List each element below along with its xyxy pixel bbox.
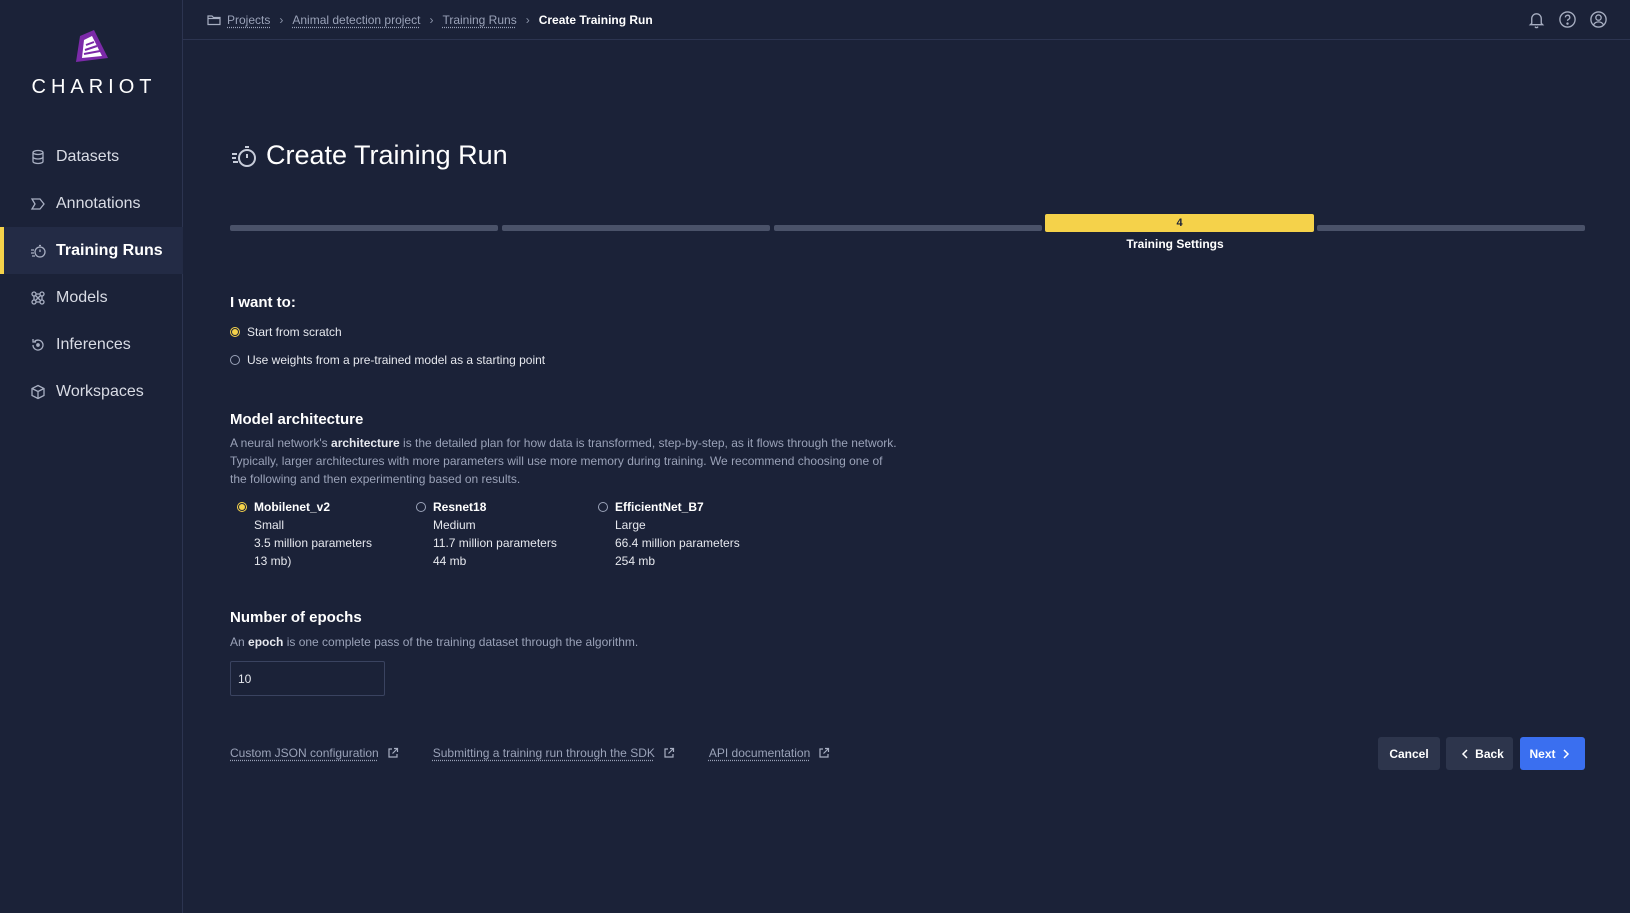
cube-icon (30, 384, 46, 400)
breadcrumb-training-runs[interactable]: Training Runs (442, 13, 516, 27)
step-3 (774, 225, 1042, 231)
sidebar-item-label: Datasets (56, 147, 120, 165)
sidebar-item-label: Workspaces (56, 382, 144, 400)
arch-name: Resnet18 (433, 500, 487, 514)
radio-button[interactable] (416, 502, 426, 512)
folder-icon (207, 14, 221, 26)
back-label: Back (1475, 746, 1504, 761)
link-label: Submitting a training run through the SD… (432, 746, 655, 760)
sidebar-item-models[interactable]: Models (0, 274, 183, 321)
sidebar-item-label: Annotations (56, 194, 141, 212)
chevron-right-icon: › (525, 12, 530, 27)
step-5 (1317, 225, 1585, 231)
arch-size: Medium (433, 518, 476, 532)
arch-mb: 254 mb (615, 554, 656, 568)
sidebar-item-training-runs[interactable]: Training Runs (0, 227, 183, 274)
desc-text: A neural network's (230, 436, 332, 450)
sidebar: CHARIOT Datasets Annotations Training Ru… (0, 0, 183, 913)
radio-label: Start from scratch (247, 325, 342, 339)
stopwatch-icon (30, 243, 46, 259)
epochs-description: An epoch is one complete pass of the tra… (230, 633, 900, 651)
bell-icon[interactable] (1527, 10, 1546, 29)
arch-option-mobilenet[interactable]: Mobilenet_v2 Small 3.5 million parameter… (237, 498, 372, 570)
external-link-icon (387, 747, 399, 759)
radio-button[interactable] (237, 502, 247, 512)
arch-option-resnet18[interactable]: Resnet18 Medium 11.7 million parameters … (416, 498, 557, 570)
user-icon[interactable] (1589, 10, 1608, 29)
arch-params: 11.7 million parameters (433, 536, 557, 550)
back-button[interactable]: Back (1446, 737, 1513, 770)
arch-mb: 44 mb (433, 554, 467, 568)
arch-name: EfficientNet_B7 (615, 500, 704, 514)
desc-text: An (230, 635, 249, 649)
sidebar-item-label: Inferences (56, 335, 131, 353)
tag-icon (30, 196, 46, 212)
step-1 (230, 225, 498, 231)
help-icon[interactable] (1558, 10, 1577, 29)
header-icons (1527, 10, 1608, 29)
desc-text: is one complete pass of the training dat… (283, 635, 639, 649)
sidebar-nav: Datasets Annotations Training Runs Model… (0, 133, 183, 415)
step-4-active: 4 (1045, 214, 1314, 232)
sidebar-item-label: Models (56, 288, 108, 306)
desc-bold: architecture (331, 436, 400, 450)
external-link-icon (663, 747, 675, 759)
architecture-description: A neural network's architecture is the d… (230, 434, 900, 488)
help-links: Custom JSON configuration Submitting a t… (230, 746, 830, 760)
radio-label: Use weights from a pre-trained model as … (247, 353, 546, 367)
network-icon (30, 290, 46, 306)
radio-start-from-scratch[interactable]: Start from scratch (230, 325, 342, 339)
sidebar-item-label: Training Runs (56, 241, 163, 259)
arch-size: Small (254, 518, 285, 532)
epochs-title: Number of epochs (230, 609, 362, 626)
breadcrumb-current: Create Training Run (538, 12, 653, 27)
link-label: API documentation (708, 746, 811, 760)
arch-params: 3.5 million parameters (254, 536, 373, 550)
radio-pretrained-weights[interactable]: Use weights from a pre-trained model as … (230, 353, 545, 367)
breadcrumb-project[interactable]: Animal detection project (292, 13, 420, 27)
architecture-title: Model architecture (230, 411, 364, 428)
page-title-text: Create Training Run (266, 140, 508, 170)
link-api-docs[interactable]: API documentation (709, 746, 830, 760)
desc-bold: epoch (248, 635, 284, 649)
start-mode-title: I want to: (230, 294, 296, 311)
breadcrumb: Projects › Animal detection project › Tr… (207, 13, 653, 27)
step-label: Training Settings (1126, 237, 1224, 251)
refresh-icon (30, 337, 46, 353)
chevron-right-icon: › (279, 12, 284, 27)
stopwatch-icon (230, 143, 258, 169)
logo-text: CHARIOT (31, 76, 157, 98)
cancel-button[interactable]: Cancel (1378, 737, 1440, 770)
arch-option-efficientnet[interactable]: EfficientNet_B7 Large 66.4 million param… (598, 498, 740, 570)
sidebar-item-annotations[interactable]: Annotations (0, 180, 183, 227)
next-button[interactable]: Next (1520, 737, 1585, 770)
arch-mb: 13 mb) (254, 554, 292, 568)
arch-params: 66.4 million parameters (615, 536, 740, 550)
topbar: Projects › Animal detection project › Tr… (183, 0, 1630, 40)
arch-name: Mobilenet_v2 (254, 500, 331, 514)
sidebar-item-datasets[interactable]: Datasets (0, 133, 183, 180)
chevron-right-icon (1562, 748, 1570, 759)
database-icon (30, 149, 46, 165)
sidebar-item-workspaces[interactable]: Workspaces (0, 368, 183, 415)
next-label: Next (1529, 746, 1556, 761)
link-label: Custom JSON configuration (230, 746, 379, 760)
stepper: 4 Training Settings (230, 214, 1585, 254)
arch-size: Large (615, 518, 646, 532)
chevron-right-icon: › (429, 12, 434, 27)
logo[interactable]: CHARIOT (0, 28, 183, 99)
chevron-left-icon (1461, 748, 1469, 759)
page-title: Create Training Run (230, 140, 508, 171)
chariot-logo-icon (75, 30, 108, 62)
radio-button[interactable] (230, 327, 240, 337)
breadcrumb-projects[interactable]: Projects (227, 13, 270, 27)
epochs-input[interactable] (230, 661, 385, 696)
link-sdk[interactable]: Submitting a training run through the SD… (433, 746, 675, 760)
sidebar-item-inferences[interactable]: Inferences (0, 321, 183, 368)
step-2 (502, 225, 770, 231)
external-link-icon (818, 747, 830, 759)
radio-button[interactable] (230, 355, 240, 365)
link-custom-json[interactable]: Custom JSON configuration (230, 746, 399, 760)
radio-button[interactable] (598, 502, 608, 512)
